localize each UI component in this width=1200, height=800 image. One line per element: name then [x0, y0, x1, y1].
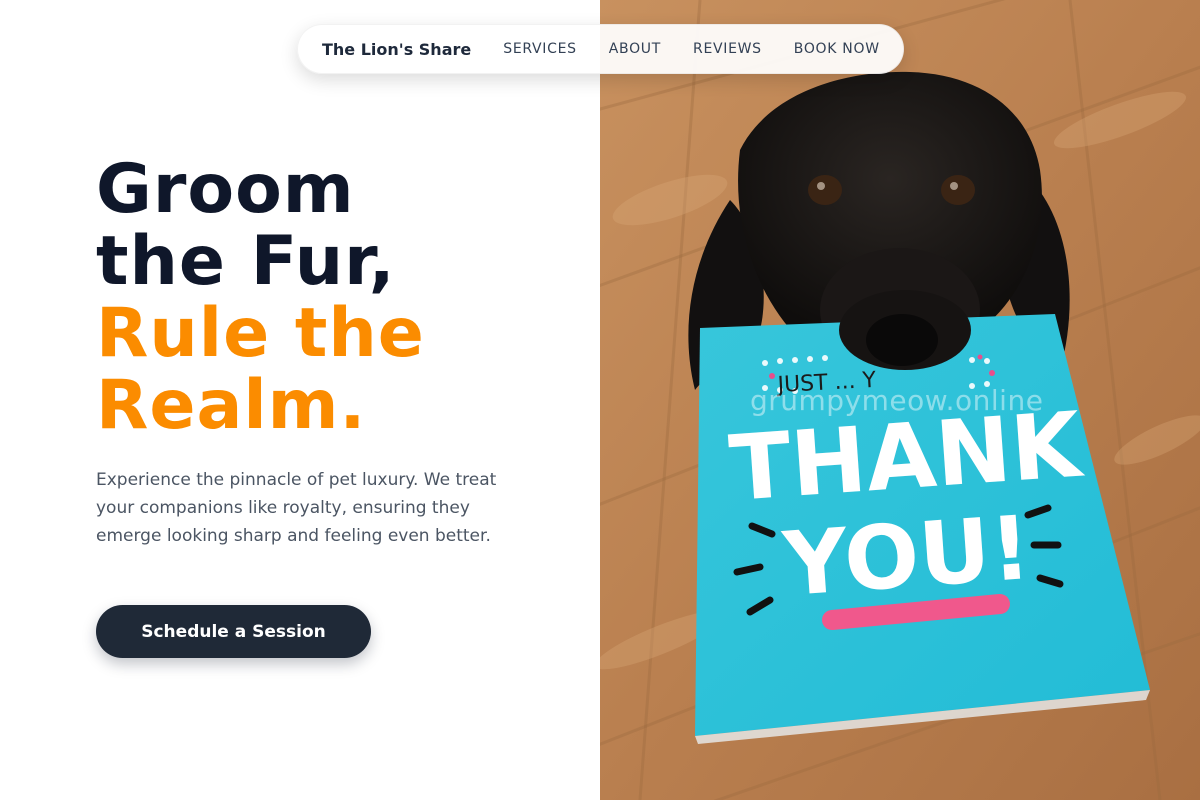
nav-link-book-now[interactable]: BOOK NOW	[794, 41, 880, 57]
brand-logo[interactable]: The Lion's Share	[322, 40, 471, 59]
card-you-text: YOU!	[779, 496, 1034, 616]
nav-link-about[interactable]: ABOUT	[609, 41, 661, 57]
hero-photo: JUST ... Y THANK YOU! grumpymeow.online	[600, 0, 1200, 800]
nav-link-reviews[interactable]: REVIEWS	[693, 41, 762, 57]
hero-title-line3: Rule the	[96, 294, 425, 373]
watermark-text: grumpymeow.online	[750, 384, 1044, 417]
hero-subtitle: Experience the pinnacle of pet luxury. W…	[96, 470, 497, 546]
hero-panel: Groom the Fur, Rule the Realm. Experienc…	[0, 0, 600, 800]
hero-title: Groom the Fur, Rule the Realm.	[96, 154, 425, 442]
schedule-session-button[interactable]: Schedule a Session	[96, 605, 371, 658]
hero-title-line1: Groom	[96, 150, 355, 229]
nav-links: SERVICES ABOUT REVIEWS BOOK NOW	[503, 41, 880, 57]
hero-title-line2: the Fur,	[96, 222, 396, 301]
nav-link-services[interactable]: SERVICES	[503, 41, 577, 57]
top-nav: The Lion's Share SERVICES ABOUT REVIEWS …	[297, 24, 904, 74]
hero-title-line4: Realm.	[96, 366, 367, 445]
